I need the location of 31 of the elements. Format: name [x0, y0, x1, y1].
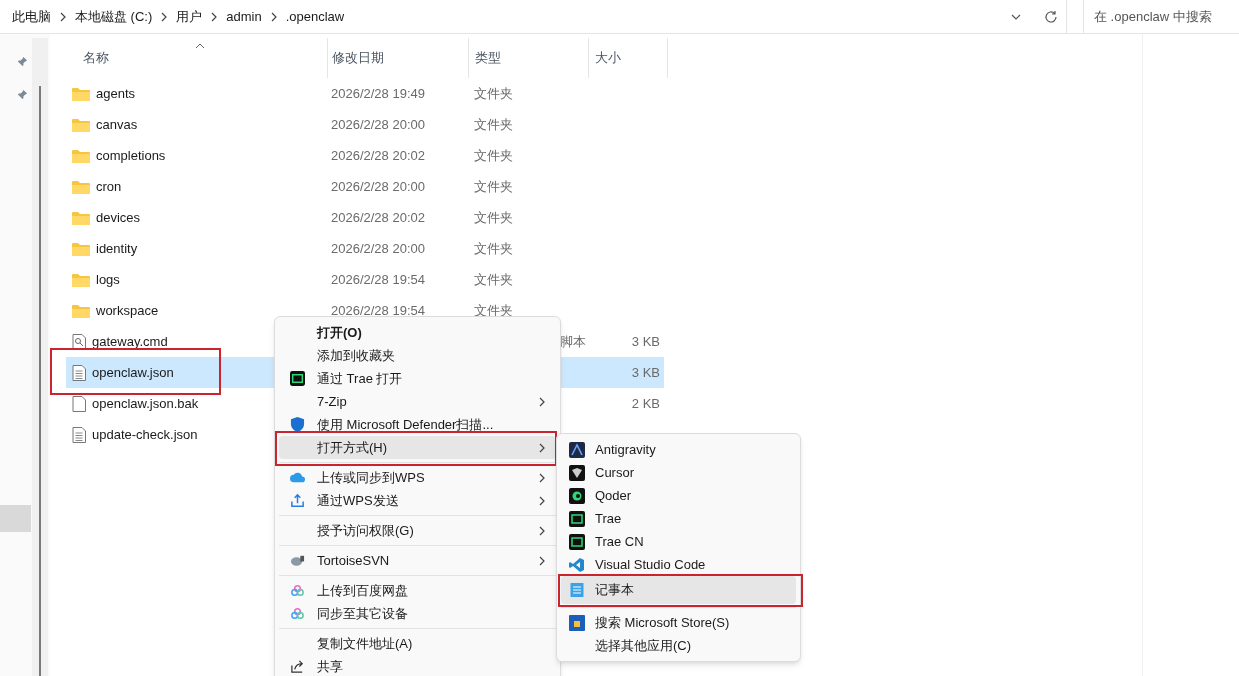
file-size: 3 KB [631, 364, 660, 380]
file-name: openclaw.json [92, 363, 174, 382]
file-name: canvas [96, 115, 138, 134]
file-name: workspace [96, 301, 159, 320]
file-type: 文件夹 [474, 116, 513, 132]
modified-date: 2026/2/28 19:54 [331, 302, 425, 318]
file-name: devices [96, 208, 141, 227]
file-name: completions [96, 146, 166, 165]
file-type: 文件夹 [474, 147, 513, 163]
file-name: identity [96, 239, 138, 258]
file-type: 文件夹 [474, 178, 513, 194]
file-size: 3 KB [631, 333, 660, 349]
file-type: 文件夹 [474, 209, 513, 225]
file-size: 2 KB [631, 395, 660, 411]
file-type: 脚本 [560, 333, 586, 349]
file-name: openclaw.json.bak [92, 394, 199, 413]
file-name: gateway.cmd [92, 332, 168, 351]
modified-date: 2026/2/28 20:00 [331, 240, 425, 256]
modified-date: 2026/2/28 20:02 [331, 209, 425, 225]
file-type: 文件夹 [474, 85, 513, 101]
modified-date: 2026/2/28 20:00 [331, 116, 425, 132]
file-name: logs [96, 270, 120, 289]
file-type: 文件夹 [474, 271, 513, 287]
file-name: agents [96, 84, 136, 103]
file-name: update-check.json [92, 425, 198, 444]
modified-date: 2026/2/28 19:54 [331, 271, 425, 287]
modified-date: 2026/2/28 20:02 [331, 147, 425, 163]
file-name: cron [96, 177, 122, 196]
modified-date: 2026/2/28 20:00 [331, 178, 425, 194]
file-type: 文件夹 [474, 240, 513, 256]
modified-date: 2026/2/28 19:49 [331, 85, 425, 101]
